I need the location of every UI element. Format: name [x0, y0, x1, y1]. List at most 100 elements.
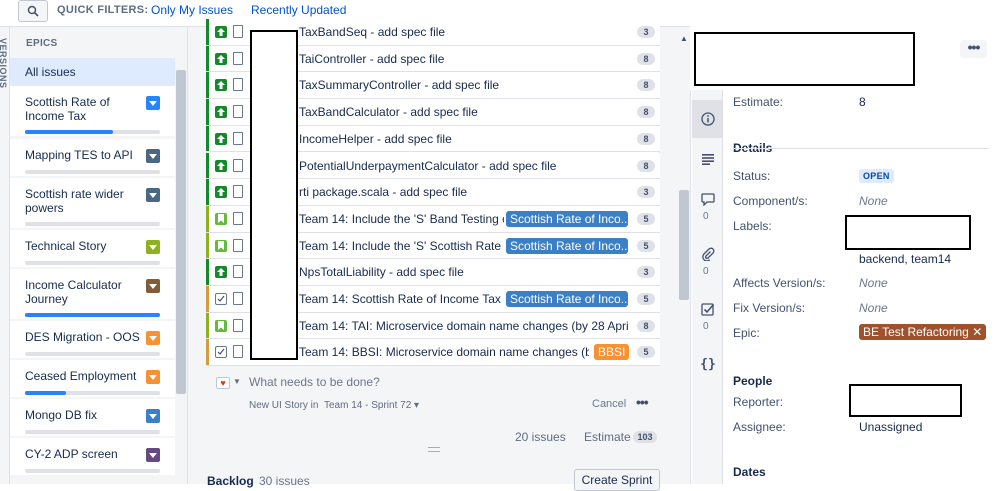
labels-value[interactable]: backend, team14 — [859, 252, 951, 266]
epic-progress-bar — [25, 261, 160, 265]
epic-label: Epic: — [733, 326, 760, 340]
epics-scrollbar[interactable] — [176, 70, 186, 394]
epic-dropdown-icon[interactable] — [146, 188, 160, 202]
components-value[interactable]: None — [859, 194, 888, 208]
epic-item[interactable]: Mongo DB fix — [10, 399, 175, 436]
collapse-arrow-icon[interactable]: ▲ — [680, 34, 688, 43]
epic-dropdown-icon[interactable] — [146, 240, 160, 254]
epic-lozenge-label: BE Test Refactoring — [863, 325, 969, 339]
epic-name: Technical Story — [25, 239, 107, 253]
issue-edge-marker — [206, 45, 209, 72]
epic-dropdown-icon[interactable] — [146, 279, 160, 293]
redacted-reporter — [849, 384, 962, 417]
issue-estimate-badge: 3 — [637, 26, 655, 38]
attachment-icon[interactable] — [699, 245, 717, 263]
fix-version-label: Fix Version/s: — [733, 301, 806, 315]
epic-progress-bar — [25, 313, 160, 317]
inline-create — [206, 363, 660, 421]
create-sprint-button[interactable]: Create Sprint — [574, 469, 660, 491]
epic-name: Income Calculator Journey — [25, 278, 122, 306]
components-label: Component/s: — [733, 194, 808, 208]
issue-epic-tag[interactable]: Scottish Rate of Inco... — [506, 210, 628, 227]
description-icon[interactable] — [699, 150, 717, 168]
create-issue-input[interactable]: What needs to be done? — [249, 375, 380, 389]
assignee-value[interactable]: Unassigned — [859, 420, 922, 434]
issue-type-picker[interactable]: ♥ — [216, 377, 230, 389]
epic-item[interactable]: Income Calculator Journey — [10, 269, 175, 319]
epic-dropdown-icon[interactable] — [146, 448, 160, 462]
document-icon — [233, 211, 243, 225]
more-options-icon[interactable]: ••• — [636, 394, 649, 410]
comment-count: 0 — [703, 211, 709, 222]
dates-header: Dates — [733, 465, 766, 479]
issue-estimate-badge: 5 — [637, 346, 655, 359]
document-icon — [233, 345, 243, 359]
arrow-up-icon — [215, 266, 227, 279]
cancel-button[interactable]: Cancel — [592, 398, 626, 410]
issue-edge-marker — [206, 259, 209, 285]
remove-epic-icon[interactable]: ✕ — [972, 325, 982, 339]
document-icon — [233, 318, 243, 332]
epic-name: Mapping TES to API — [25, 148, 133, 162]
epic-dropdown-icon[interactable] — [146, 331, 160, 345]
epic-item[interactable]: Scottish rate wider powers — [10, 178, 175, 228]
create-sprint-selector[interactable]: Team 14 - Sprint 72 ▾ — [324, 400, 419, 411]
epic-item[interactable]: Technical Story — [10, 230, 175, 267]
epic-item[interactable]: Mapping TES to API — [10, 139, 175, 176]
issue-summary: Team 14: BBSI: Microservice domain name … — [299, 345, 589, 360]
filter-only-my-issues[interactable]: Only My Issues — [151, 3, 233, 17]
drag-handle[interactable] — [428, 447, 440, 452]
issue-summary: PotentialUnderpaymentCalculator - add sp… — [299, 158, 557, 173]
versions-tab[interactable] — [0, 27, 10, 484]
search-icon — [27, 5, 39, 17]
epic-item[interactable]: Scottish Rate of Income Tax — [10, 86, 175, 136]
issue-summary: IncomeHelper - add spec file — [299, 131, 452, 146]
info-icon[interactable] — [699, 110, 717, 128]
issue-edge-marker — [206, 179, 209, 205]
arrow-up-icon — [215, 186, 227, 199]
epic-lozenge[interactable]: BE Test Refactoring ✕ — [859, 324, 987, 340]
arrow-up-icon — [215, 159, 227, 172]
epic-item[interactable]: Ceased Employment — [10, 360, 175, 397]
filter-recently-updated[interactable]: Recently Updated — [251, 3, 346, 17]
epic-progress-bar — [25, 391, 160, 395]
epic-dropdown-icon[interactable] — [146, 149, 160, 163]
story-icon — [215, 212, 227, 225]
search-button[interactable] — [18, 0, 48, 22]
sprint-estimate-badge: 103 — [633, 431, 657, 443]
story-icon — [215, 239, 227, 252]
estimate-value[interactable]: 8 — [859, 95, 866, 109]
issue-epic-tag[interactable]: BBSI — [594, 344, 630, 361]
epic-progress-bar — [25, 222, 160, 226]
arrow-up-icon — [215, 52, 227, 65]
document-icon — [233, 265, 243, 279]
epic-item[interactable]: DES Migration - OOS — [10, 321, 175, 358]
comment-icon[interactable] — [699, 190, 717, 208]
issue-epic-tag[interactable]: Scottish Rate of Inco... — [506, 237, 628, 254]
assignee-label: Assignee: — [733, 420, 786, 434]
epic-dropdown-icon[interactable] — [146, 96, 160, 110]
status-badge[interactable]: OPEN — [859, 169, 894, 183]
code-braces-icon[interactable]: {} — [699, 355, 717, 373]
redacted-labels — [845, 215, 971, 250]
sprint-issue-count: 20 issues — [515, 430, 566, 444]
list-scrollbar[interactable] — [679, 190, 689, 300]
affects-version-value[interactable]: None — [859, 276, 888, 290]
arrow-up-icon — [215, 26, 227, 38]
issue-epic-tag[interactable]: Scottish Rate of Inco... — [506, 291, 628, 307]
epic-item[interactable]: CY-2 ADP screen — [10, 438, 175, 475]
epic-dropdown-icon[interactable] — [146, 409, 160, 423]
chevron-down-icon[interactable]: ▼ — [233, 377, 241, 386]
issue-edge-marker — [206, 286, 209, 312]
redacted-issue-keys — [250, 30, 298, 360]
epic-progress-fill — [25, 313, 160, 317]
subtasks-icon[interactable] — [699, 300, 717, 318]
epics-header: EPICS — [26, 38, 58, 49]
document-icon — [233, 292, 243, 305]
document-icon — [233, 238, 243, 252]
epic-progress-bar — [25, 430, 160, 434]
fix-version-value[interactable]: None — [859, 301, 888, 315]
epic-dropdown-icon[interactable] — [146, 370, 160, 384]
issue-summary: TaxSummaryController - add spec file — [299, 78, 500, 93]
detail-more-button[interactable]: ••• — [960, 40, 987, 58]
